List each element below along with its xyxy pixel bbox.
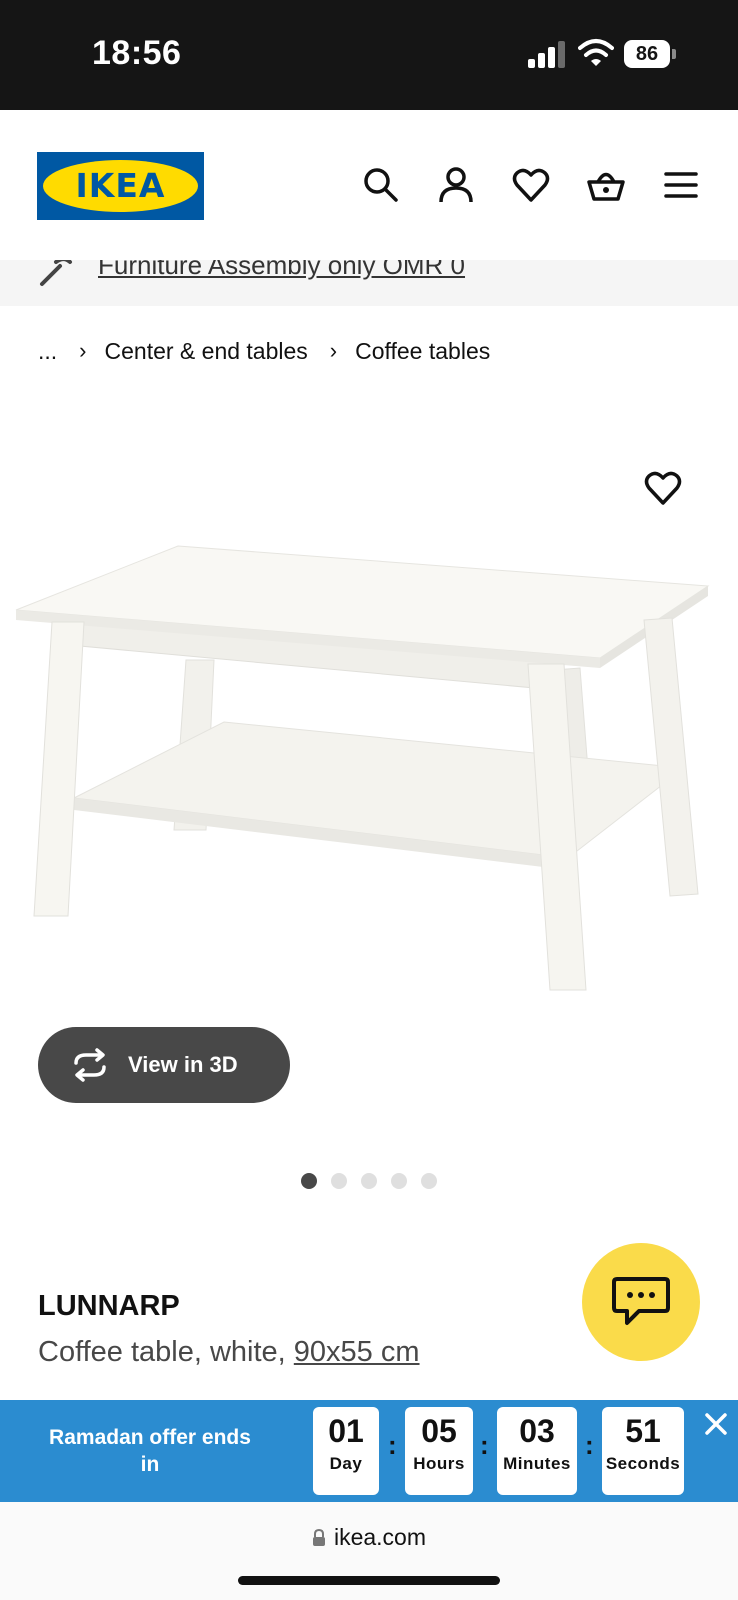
url-display[interactable]: ikea.com [0, 1524, 738, 1551]
browser-address-bar[interactable]: ikea.com [0, 1502, 738, 1600]
lock-icon [312, 1529, 325, 1546]
product-image[interactable] [8, 540, 730, 1020]
countdown-hours-value: 05 [421, 1413, 457, 1449]
carousel-dot[interactable] [421, 1173, 437, 1189]
account-icon[interactable] [437, 166, 475, 204]
offer-label: Ramadan offer ends in [49, 1426, 251, 1476]
cellular-signal-icon [528, 41, 565, 68]
product-name: LUNNARP [38, 1290, 180, 1322]
wrench-icon [40, 260, 72, 286]
chevron-right-icon: › [329, 338, 338, 363]
add-to-favorites-heart-icon[interactable] [644, 470, 682, 506]
close-icon[interactable] [702, 1410, 730, 1438]
product-description-text: Coffee table, white, [38, 1336, 294, 1368]
logo-text: IKEA [75, 166, 166, 205]
basket-icon[interactable] [587, 166, 625, 204]
breadcrumb-coffee-tables[interactable]: Coffee tables [355, 338, 490, 365]
countdown-seconds-unit: Seconds [605, 1454, 681, 1473]
countdown-minutes: 03 Minutes [497, 1407, 577, 1495]
countdown-separator: : [585, 1430, 594, 1460]
countdown-minutes-value: 03 [519, 1413, 555, 1449]
offer-countdown-banner: Ramadan offer ends in 01 Day : 05 Hours … [0, 1400, 738, 1502]
search-icon[interactable] [362, 166, 400, 204]
home-indicator[interactable] [238, 1576, 500, 1585]
chat-button[interactable] [582, 1243, 700, 1361]
countdown-days-unit: Day [329, 1454, 363, 1473]
view-in-3d-button[interactable]: View in 3D [38, 1027, 290, 1103]
carousel-dot[interactable] [331, 1173, 347, 1189]
carousel-dot[interactable] [361, 1173, 377, 1189]
chat-bubble-icon [612, 1277, 670, 1325]
product-size-link[interactable]: 90x55 cm [294, 1336, 420, 1368]
countdown-seconds-value: 51 [625, 1413, 661, 1449]
promo-link[interactable]: Furniture Assembly only OMR 0 [98, 260, 465, 281]
favorites-heart-icon[interactable] [512, 166, 550, 204]
carousel-dot[interactable] [301, 1173, 317, 1189]
carousel-dot[interactable] [391, 1173, 407, 1189]
menu-icon[interactable] [662, 166, 700, 204]
wifi-icon [578, 39, 614, 66]
countdown-days: 01 Day [313, 1407, 379, 1495]
status-bar: 18:56 86 [0, 0, 738, 110]
countdown-seconds: 51 Seconds [602, 1407, 684, 1495]
countdown-days-value: 01 [328, 1413, 364, 1449]
countdown-hours: 05 Hours [405, 1407, 473, 1495]
breadcrumb-center-end-tables[interactable]: Center & end tables [105, 338, 308, 365]
countdown-separator: : [480, 1430, 489, 1460]
chevron-right-icon: › [79, 338, 87, 363]
assembly-promo-strip[interactable]: Furniture Assembly only OMR 0 [0, 260, 738, 306]
rotate-3d-icon [74, 1048, 106, 1082]
site-header: IKEA [0, 110, 738, 260]
countdown-minutes-unit: Minutes [503, 1454, 571, 1473]
ikea-logo[interactable]: IKEA [37, 152, 204, 220]
product-description: Coffee table, white, 90x55 cm [38, 1336, 420, 1369]
carousel-dots [301, 1173, 437, 1189]
breadcrumb: ... › Center & end tables › Coffee table… [38, 336, 490, 366]
status-time: 18:56 [92, 34, 182, 72]
countdown-hours-unit: Hours [413, 1454, 465, 1473]
view-in-3d-label: View in 3D [128, 1052, 238, 1077]
battery-level: 86 [624, 40, 670, 68]
breadcrumb-ellipsis[interactable]: ... [38, 338, 57, 365]
battery-nub [672, 49, 676, 59]
url-text: ikea.com [333, 1524, 427, 1550]
countdown-separator: : [388, 1430, 397, 1460]
